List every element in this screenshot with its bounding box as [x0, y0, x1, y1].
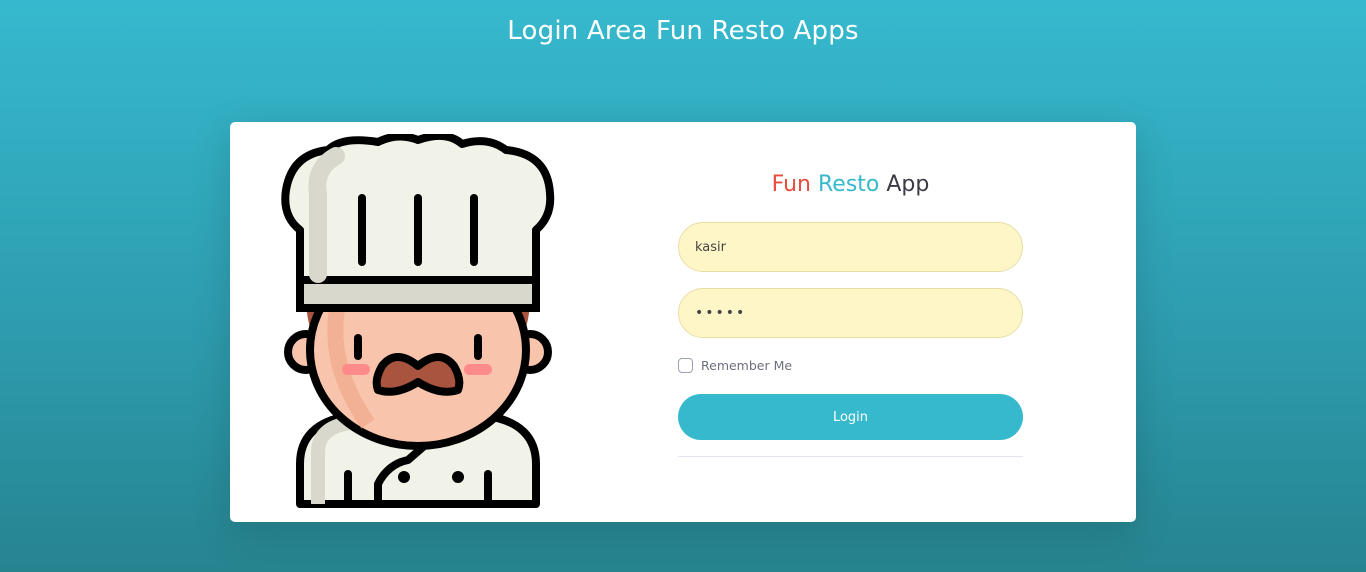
- brand-word-fun: Fun: [771, 172, 811, 197]
- divider: [678, 456, 1023, 457]
- brand-word-app: App: [886, 172, 930, 197]
- login-card: Fun Resto App Remember Me Login: [230, 122, 1136, 522]
- brand-title: Fun Resto App: [678, 172, 1023, 197]
- login-button[interactable]: Login: [678, 394, 1023, 440]
- chef-icon: [281, 134, 555, 508]
- username-input[interactable]: [678, 222, 1023, 272]
- remember-me-label: Remember Me: [701, 358, 793, 373]
- remember-me-checkbox[interactable]: [678, 358, 693, 373]
- remember-me[interactable]: Remember Me: [678, 358, 792, 373]
- brand-word-resto: Resto: [817, 172, 880, 197]
- password-input[interactable]: [678, 288, 1023, 338]
- page-title: Login Area Fun Resto Apps: [507, 16, 859, 46]
